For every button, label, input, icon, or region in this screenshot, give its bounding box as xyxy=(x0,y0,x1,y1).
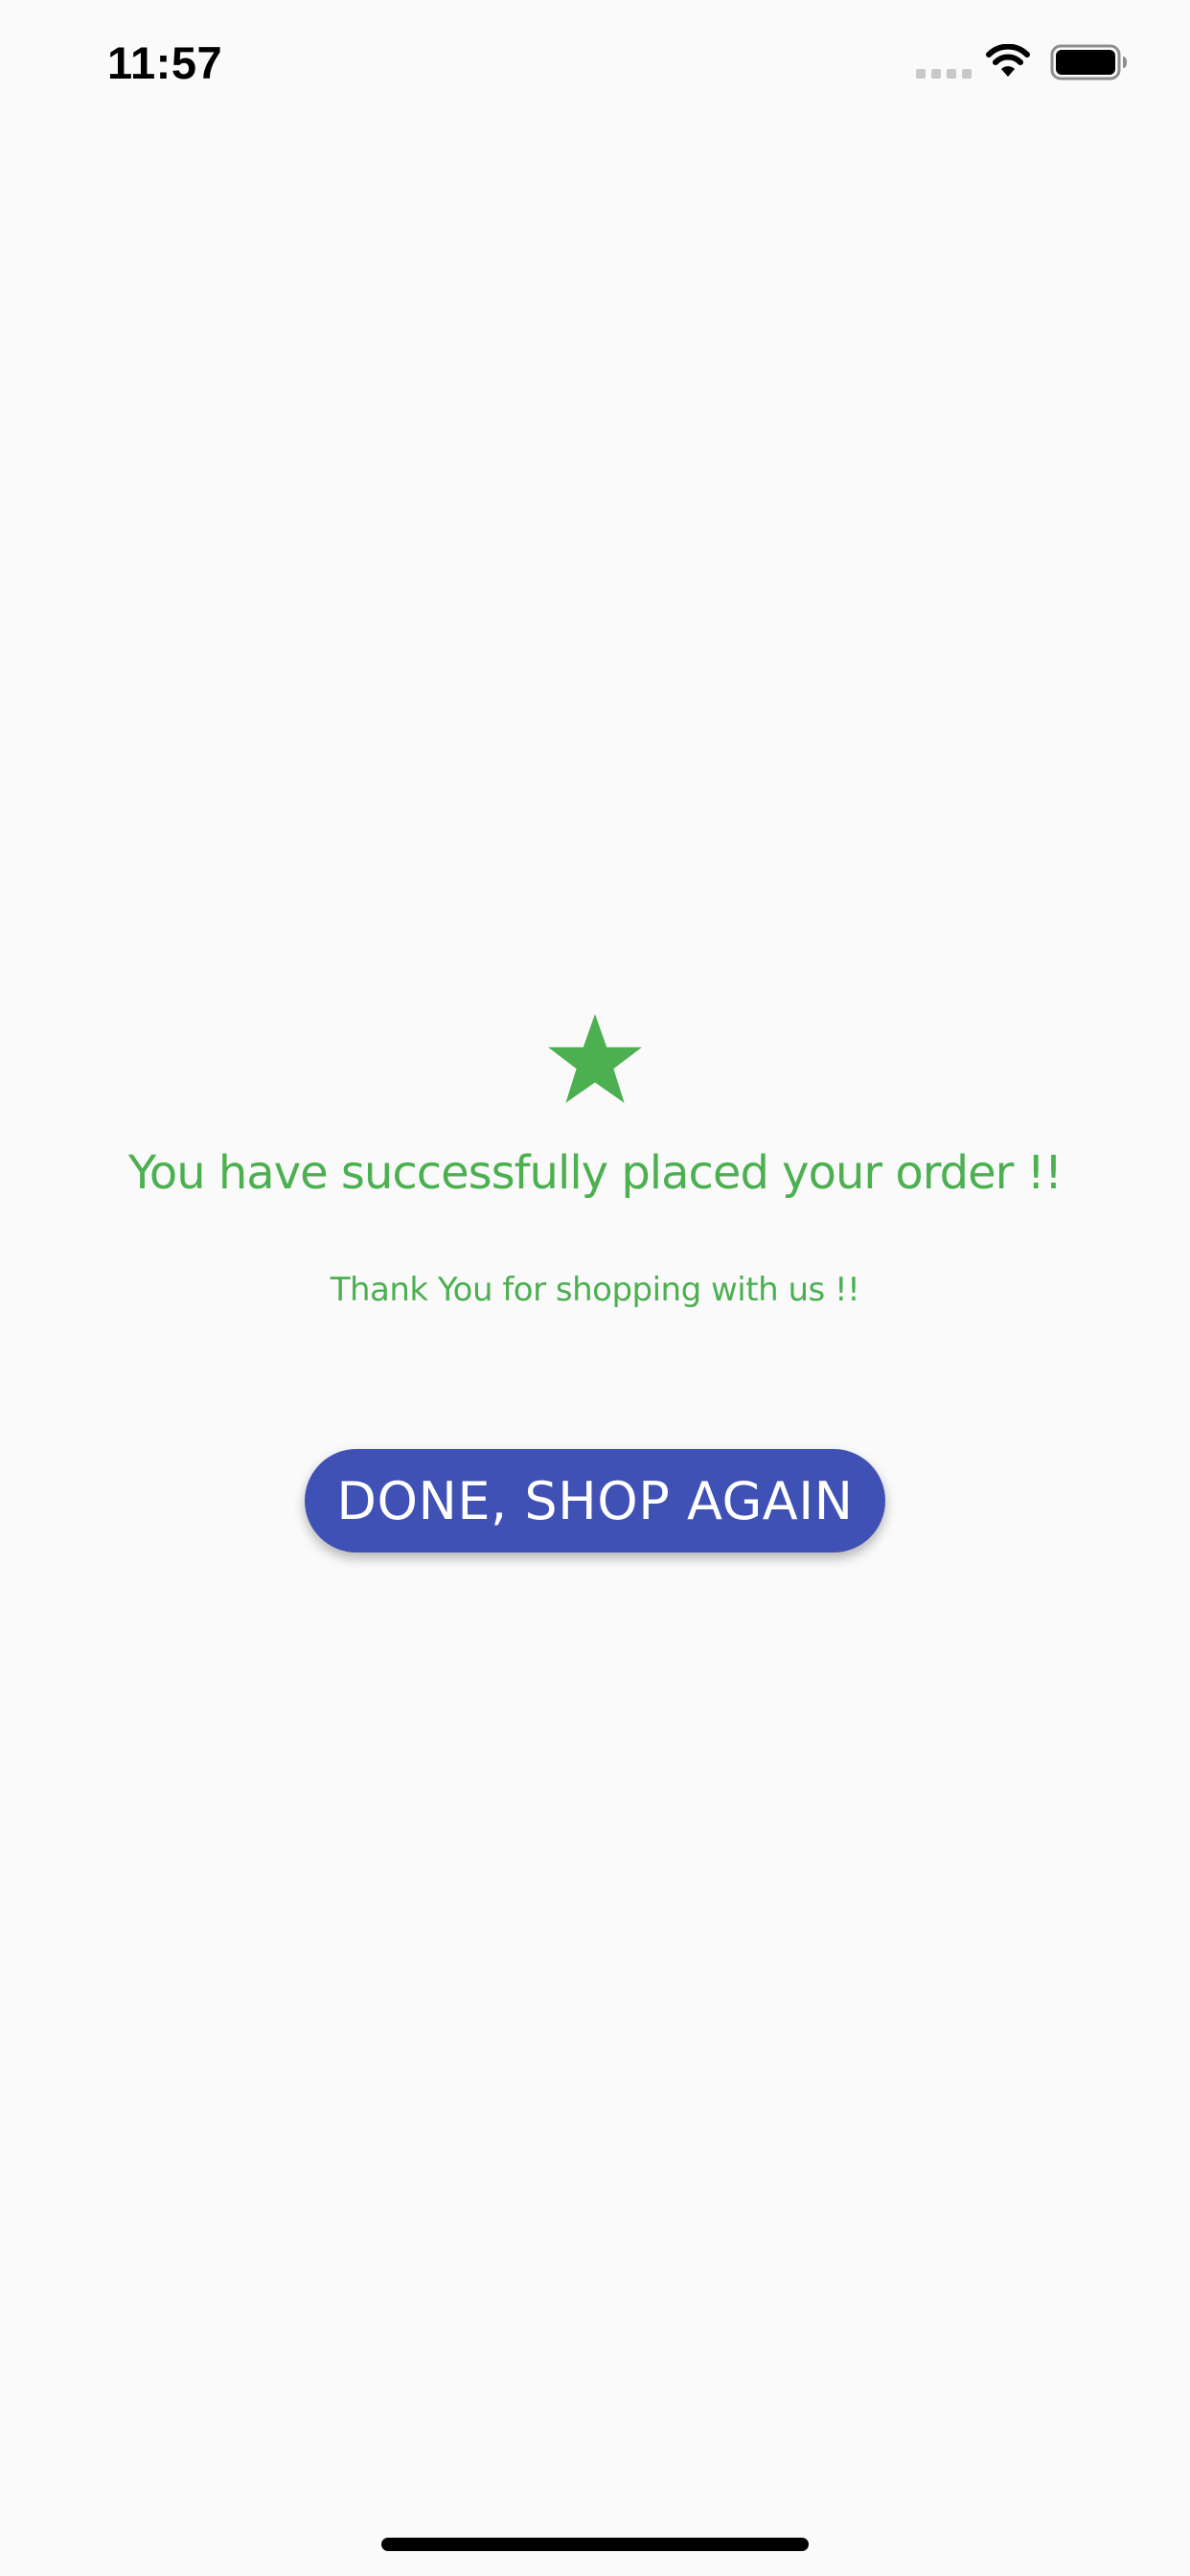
done-shop-again-button[interactable]: DONE, SHOP AGAIN xyxy=(305,1449,885,1552)
home-indicator[interactable] xyxy=(381,2538,809,2551)
status-bar: 11:57 xyxy=(0,0,1190,125)
order-success-title: You have successfully placed your order … xyxy=(127,1146,1063,1200)
status-time: 11:57 xyxy=(107,37,223,88)
thank-you-message: Thank You for shopping with us !! xyxy=(330,1271,860,1309)
battery-icon xyxy=(1050,44,1127,80)
cellular-signal-icon xyxy=(916,69,972,79)
wifi-icon xyxy=(986,44,1030,77)
star-icon xyxy=(548,1014,642,1103)
